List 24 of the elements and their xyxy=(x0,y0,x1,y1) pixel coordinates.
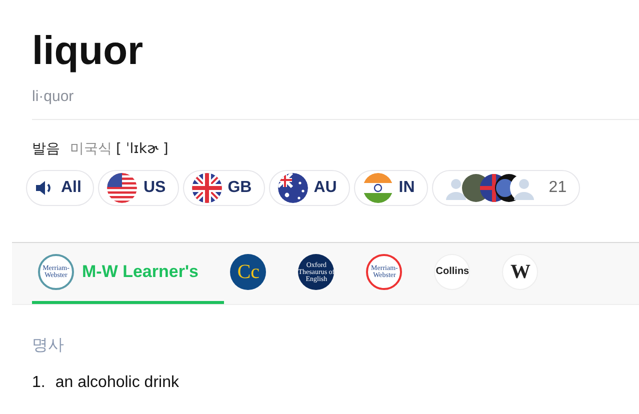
dictionary-logo: Collins xyxy=(434,254,470,290)
audio-button[interactable]: IN xyxy=(354,170,428,206)
audio-button[interactable]: All xyxy=(26,170,94,206)
dictionary-tab[interactable]: Collins xyxy=(428,243,496,304)
part-of-speech: 명사 xyxy=(32,336,65,356)
phonetic-text: [ ˈlɪkɚ ] xyxy=(116,141,168,157)
pronunciation-label: 발음 xyxy=(32,140,60,158)
audio-button[interactable]: AU xyxy=(268,170,350,206)
definition-text: an alcoholic drink xyxy=(55,374,179,392)
dictionary-logo: Cc xyxy=(230,254,266,290)
audio-button[interactable]: GB xyxy=(182,170,265,206)
accent-label: 미국식 xyxy=(70,140,112,158)
dictionary-tab[interactable]: W xyxy=(496,243,564,304)
audio-button[interactable]: US xyxy=(98,170,179,206)
dictionary-logo: W xyxy=(502,254,538,290)
word-title: liquor xyxy=(31,28,144,74)
flag-icon xyxy=(362,173,393,203)
dictionary-tab[interactable]: Cc xyxy=(224,243,292,304)
flag-icon xyxy=(107,173,138,203)
definition-number: 1. xyxy=(32,374,46,392)
flag-icon xyxy=(192,173,222,203)
flag-icon xyxy=(278,173,308,203)
syllable-text: li·quor xyxy=(32,88,75,105)
audio-button[interactable]: 21 xyxy=(432,170,580,206)
